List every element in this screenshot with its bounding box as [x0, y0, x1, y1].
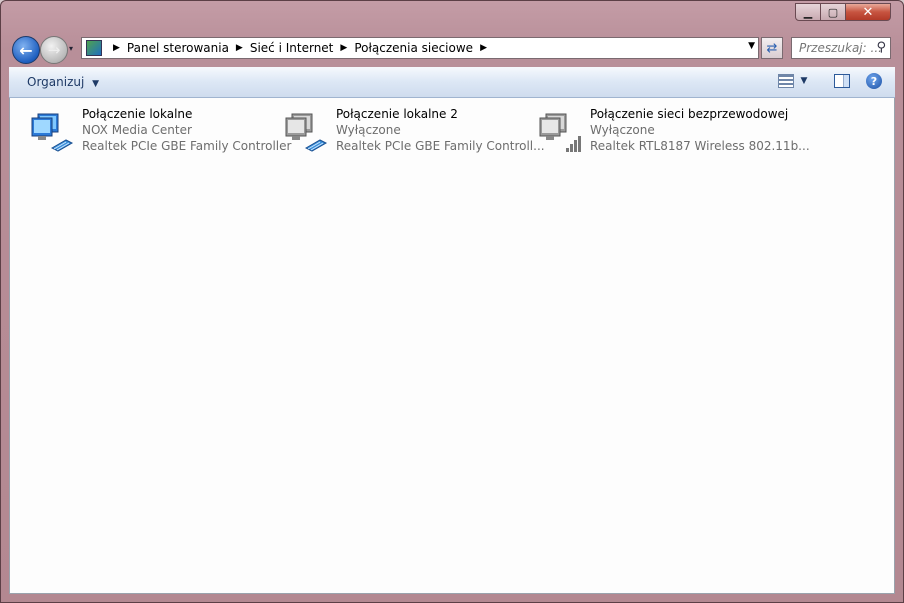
- chevron-right-icon[interactable]: ▶: [340, 43, 347, 53]
- breadcrumb-network-connections[interactable]: Połączenia sieciowe: [354, 41, 473, 55]
- connection-name: Połączenie lokalne: [82, 107, 193, 121]
- chevron-down-icon: ▼: [92, 79, 100, 89]
- breadcrumb-control-panel[interactable]: Panel sterowania: [127, 41, 229, 55]
- connection-details: Połączenie lokalne 2 Wyłączone Realtek P…: [336, 106, 545, 154]
- organize-menu[interactable]: Organizuj ▼: [27, 75, 99, 89]
- connection-details: Połączenie lokalne NOX Media Center Real…: [82, 106, 291, 154]
- connection-device: Realtek PCIe GBE Family Controll...: [336, 139, 545, 153]
- breadcrumb-network-internet[interactable]: Sieć i Internet: [250, 41, 334, 55]
- search-placeholder: Przeszukaj: ...: [799, 41, 882, 55]
- connection-item-local[interactable]: Połączenie lokalne NOX Media Center Real…: [18, 106, 291, 158]
- help-button[interactable]: ?: [865, 72, 883, 90]
- minimize-button[interactable]: ▁: [795, 3, 821, 21]
- network-adapter-icon: [31, 113, 74, 152]
- connection-item-local-2[interactable]: Połączenie lokalne 2 Wyłączone Realtek P…: [272, 106, 545, 158]
- command-bar: Organizuj ▼ ▼ ?: [9, 67, 895, 98]
- control-panel-icon: [86, 40, 102, 56]
- explorer-window: ▁ ▢ ✕ ← → ▾ ▶ Panel sterowania ▶ Sieć i …: [0, 0, 904, 603]
- connection-name: Połączenie lokalne 2: [336, 107, 458, 121]
- connection-status: Wyłączone: [336, 123, 401, 137]
- help-icon: ?: [866, 73, 882, 89]
- close-button[interactable]: ✕: [845, 3, 891, 21]
- connection-details: Połączenie sieci bezprzewodowej Wyłączon…: [590, 106, 810, 154]
- chevron-right-icon[interactable]: ▶: [236, 43, 243, 53]
- preview-pane-button[interactable]: [833, 72, 851, 90]
- refresh-button[interactable]: ⇄: [761, 37, 783, 59]
- network-adapter-disabled-icon: [285, 113, 328, 152]
- preview-pane-icon: [834, 74, 850, 88]
- address-bar[interactable]: ▶ Panel sterowania ▶ Sieć i Internet ▶ P…: [81, 37, 759, 59]
- search-input[interactable]: Przeszukaj: ... ⚲: [791, 37, 891, 59]
- chevron-right-icon[interactable]: ▶: [480, 43, 487, 53]
- connection-status: NOX Media Center: [82, 123, 192, 137]
- maximize-button[interactable]: ▢: [820, 3, 846, 21]
- caption-buttons: ▁ ▢ ✕: [795, 3, 891, 21]
- connection-name: Połączenie sieci bezprzewodowej: [590, 107, 789, 121]
- back-button[interactable]: ←: [12, 36, 40, 64]
- toolbar-right: ▼ ?: [771, 72, 895, 90]
- connection-item-wireless[interactable]: Połączenie sieci bezprzewodowej Wyłączon…: [526, 106, 810, 158]
- view-options-dropdown[interactable]: ▼: [795, 72, 813, 90]
- recent-pages-dropdown[interactable]: ▾: [69, 44, 73, 53]
- connections-list: Połączenie lokalne NOX Media Center Real…: [9, 98, 895, 594]
- connection-status: Wyłączone: [590, 123, 655, 137]
- navigation-bar: ← → ▾ ▶ Panel sterowania ▶ Sieć i Intern…: [9, 34, 895, 64]
- connection-device: Realtek RTL8187 Wireless 802.11b...: [590, 139, 810, 153]
- connection-device: Realtek PCIe GBE Family Controller: [82, 139, 292, 153]
- address-dropdown-icon[interactable]: ▼: [748, 41, 755, 51]
- search-icon[interactable]: ⚲: [876, 40, 886, 55]
- change-view-button[interactable]: [777, 72, 795, 90]
- forward-button[interactable]: →: [40, 36, 68, 64]
- view-icon: [778, 74, 794, 88]
- organize-label: Organizuj: [27, 75, 85, 89]
- wireless-adapter-disabled-icon: [539, 113, 581, 152]
- chevron-right-icon[interactable]: ▶: [113, 43, 120, 53]
